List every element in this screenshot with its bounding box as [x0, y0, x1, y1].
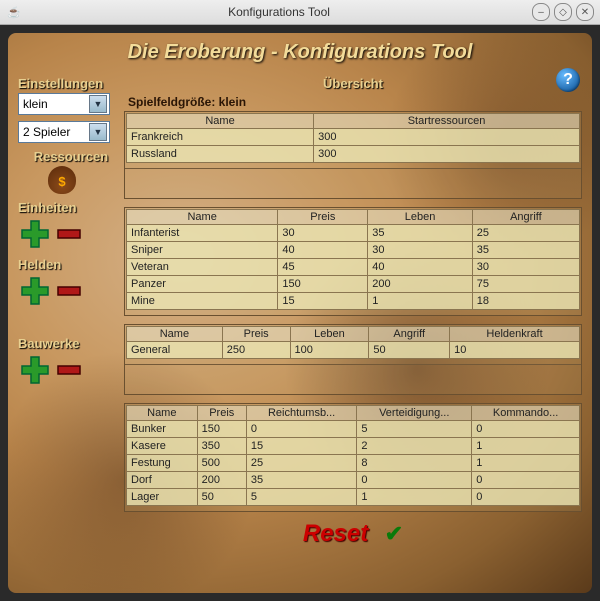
buildings-label: Bauwerke [18, 336, 124, 351]
table-row[interactable]: Panzer15020075 [127, 276, 580, 293]
size-select[interactable]: klein▼ [18, 93, 110, 115]
column-header: Reichtumsb... [246, 406, 356, 421]
java-icon: ☕ [6, 4, 22, 20]
units-table: NamePreisLebenAngriffInfanterist303525Sn… [126, 209, 580, 310]
column-header: Angriff [369, 327, 450, 342]
column-header: Preis [222, 327, 290, 342]
app-title: Die Eroberung - Konfigurations Tool [18, 41, 582, 64]
column-header: Kommando... [472, 406, 580, 421]
overview-label: Übersicht [124, 76, 582, 91]
table-row[interactable]: Sniper403035 [127, 242, 580, 259]
add-hero-button[interactable] [18, 274, 52, 308]
units-label: Einheiten [18, 200, 124, 215]
column-header: Startressourcen [314, 114, 580, 129]
maximize-button[interactable]: ◇ [554, 3, 572, 21]
column-header: Heldenkraft [450, 327, 580, 342]
heroes-table: NamePreisLebenAngriffHeldenkraftGeneral2… [126, 326, 580, 359]
table-row[interactable]: Bunker150050 [127, 421, 580, 438]
column-header: Preis [197, 406, 246, 421]
remove-hero-button[interactable] [52, 274, 86, 308]
column-header: Name [127, 114, 314, 129]
table-row[interactable]: Russland300 [127, 146, 580, 163]
minimize-button[interactable]: – [532, 3, 550, 21]
reset-button[interactable]: Reset [303, 520, 368, 548]
table-row[interactable]: Infanterist303525 [127, 225, 580, 242]
column-header: Name [127, 210, 278, 225]
add-building-button[interactable] [18, 353, 52, 387]
add-unit-button[interactable] [18, 217, 52, 251]
help-button[interactable]: ? [556, 68, 580, 92]
table-row[interactable]: General2501005010 [127, 342, 580, 359]
table-row[interactable]: Mine15118 [127, 293, 580, 310]
table-row[interactable]: Dorf2003500 [127, 472, 580, 489]
chevron-down-icon: ▼ [89, 95, 107, 113]
remove-building-button[interactable] [52, 353, 86, 387]
remove-unit-button[interactable] [52, 217, 86, 251]
table-row[interactable]: Kasere3501521 [127, 438, 580, 455]
column-header: Leben [368, 210, 473, 225]
window-title: Konfigurations Tool [30, 5, 528, 19]
column-header: Name [127, 406, 198, 421]
resources-label: Ressourcen [18, 149, 124, 164]
column-header: Name [127, 327, 223, 342]
chevron-down-icon: ▼ [89, 123, 107, 141]
players-select[interactable]: 2 Spieler▼ [18, 121, 110, 143]
heroes-label: Helden [18, 257, 124, 272]
close-button[interactable]: ✕ [576, 3, 594, 21]
table-row[interactable]: Veteran454030 [127, 259, 580, 276]
table-row[interactable]: Frankreich300 [127, 129, 580, 146]
table-row[interactable]: Festung5002581 [127, 455, 580, 472]
column-header: Leben [290, 327, 369, 342]
settings-label: Einstellungen [18, 76, 124, 91]
apply-button[interactable]: ✔ [385, 521, 403, 547]
table-row[interactable]: Lager50510 [127, 489, 580, 506]
fieldsize-text: Spielfeldgröße: klein [124, 93, 582, 111]
money-bag-icon[interactable] [48, 166, 76, 194]
column-header: Angriff [472, 210, 579, 225]
column-header: Preis [278, 210, 368, 225]
players-table: NameStartressourcenFrankreich300Russland… [126, 113, 580, 163]
buildings-table: NamePreisReichtumsb...Verteidigung...Kom… [126, 405, 580, 506]
column-header: Verteidigung... [357, 406, 472, 421]
